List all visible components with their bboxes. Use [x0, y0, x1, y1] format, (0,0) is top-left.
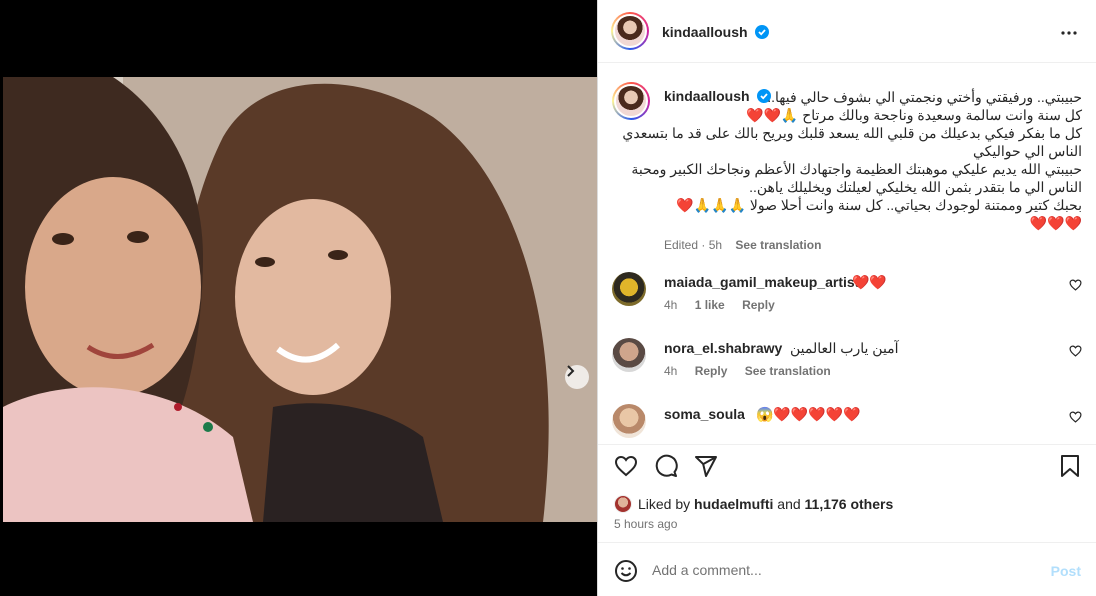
caption-meta: Edited · 5h See translation — [664, 238, 831, 252]
emoji-icon — [615, 560, 637, 582]
post-caption: حبيبتي.. ورفيقتي وأختي ونجمتي الي بشوف ح… — [622, 89, 1082, 231]
comment-like-button[interactable] — [1069, 344, 1082, 362]
commenter-avatar[interactable] — [612, 272, 646, 306]
comment-text: 😱❤️❤️❤️❤️❤️ — [756, 406, 861, 422]
post-comment-button[interactable]: Post — [1051, 563, 1081, 579]
share-button[interactable] — [694, 454, 718, 483]
more-options-button[interactable] — [1061, 22, 1077, 40]
comment-input[interactable] — [652, 557, 1032, 583]
comment-item: nora_el.shabrawy آمين يارب العالمين 4h R… — [612, 338, 1082, 390]
liked-by-others[interactable]: 11,176 others — [805, 496, 894, 512]
comment-text: آمين يارب العالمين — [790, 340, 899, 356]
post-media — [0, 0, 597, 596]
comment-item: maiada_gamil_makeup_artist ❤️❤️ 4h 1 lik… — [612, 272, 1082, 324]
emoji-button[interactable] — [614, 559, 638, 588]
post-header: kindaalloush — [598, 0, 1096, 63]
see-translation-link[interactable]: See translation — [735, 238, 821, 252]
comment-meta: 4h Reply See translation — [664, 364, 845, 378]
comment-like-button[interactable] — [1069, 410, 1082, 428]
post-photo[interactable] — [3, 77, 597, 522]
post-actions: Liked by hudaelmufti and 11,176 others 5… — [598, 444, 1096, 542]
heart-icon — [1069, 411, 1082, 423]
commenter-username[interactable]: soma_soula — [664, 406, 745, 422]
comment-time: 4h — [664, 364, 678, 378]
comment-meta: 4h 1 like Reply — [664, 298, 789, 312]
post-timestamp[interactable]: 5 hours ago — [614, 517, 677, 531]
more-options-icon — [1061, 31, 1077, 35]
reply-button[interactable]: Reply — [742, 298, 775, 312]
like-button[interactable] — [614, 455, 638, 482]
comment-icon — [655, 454, 678, 477]
liked-by-user[interactable]: hudaelmufti — [694, 496, 773, 512]
comment-like-button[interactable] — [1069, 278, 1082, 296]
commenter-username[interactable]: nora_el.shabrawy — [664, 340, 782, 356]
verified-badge-icon — [755, 25, 770, 39]
liked-by-prefix: Liked by — [638, 496, 691, 512]
photo-illustration — [3, 77, 597, 522]
commenter-avatar[interactable] — [612, 404, 646, 438]
liker-avatar[interactable] — [614, 495, 632, 513]
likes-summary: Liked by hudaelmufti and 11,176 others — [614, 495, 893, 513]
comment-text: ❤️❤️ — [852, 274, 887, 290]
comment-composer: Post — [598, 542, 1096, 596]
bookmark-icon — [1061, 455, 1079, 477]
author-avatar[interactable] — [611, 12, 649, 50]
caption-edited-time: Edited · 5h — [664, 238, 723, 252]
heart-icon — [1069, 345, 1082, 357]
see-translation-link[interactable]: See translation — [745, 364, 831, 378]
author-username[interactable]: kindaalloush — [662, 24, 748, 40]
comment-item: soma_soula 😱❤️❤️❤️❤️❤️ — [612, 404, 1082, 444]
commenter-username[interactable]: maiada_gamil_makeup_artist — [664, 274, 859, 290]
reply-button[interactable]: Reply — [695, 364, 728, 378]
chevron-right-icon — [567, 365, 575, 377]
comment-time: 4h — [664, 298, 678, 312]
post-details-panel: kindaalloush kindaalloush حبيبتي.. ورفيق… — [597, 0, 1096, 596]
carousel-next-button[interactable] — [565, 365, 589, 389]
comment-button[interactable] — [654, 454, 678, 483]
commenter-avatar[interactable] — [612, 338, 646, 372]
comments-list[interactable]: kindaalloush حبيبتي.. ورفيقتي وأختي ونجم… — [598, 64, 1096, 444]
comment-likes[interactable]: 1 like — [695, 298, 725, 312]
share-icon — [695, 456, 717, 477]
liked-by-conjunction: and — [777, 496, 801, 512]
heart-icon — [614, 455, 638, 477]
heart-icon — [1069, 279, 1082, 291]
save-button[interactable] — [1060, 454, 1080, 483]
author-name-row: kindaalloush — [662, 24, 770, 42]
